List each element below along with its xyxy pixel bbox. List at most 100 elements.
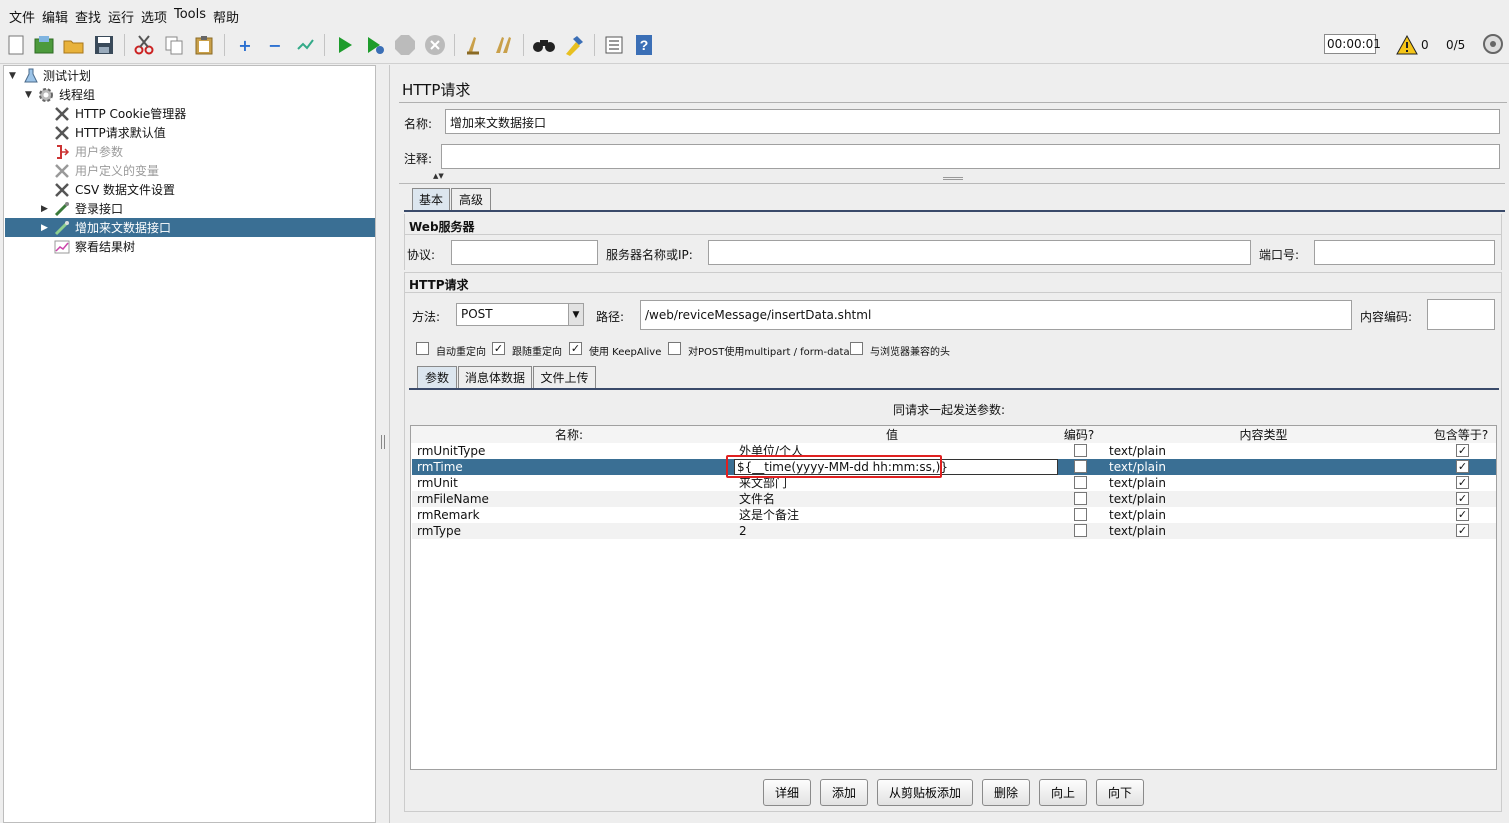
tab-basic[interactable]: 基本 xyxy=(412,188,450,210)
function-helper-icon[interactable] xyxy=(602,33,626,57)
start-no-pause-icon[interactable] xyxy=(363,33,387,57)
include-equals-checkbox[interactable]: ✓ xyxy=(1456,492,1469,505)
search-icon[interactable] xyxy=(532,33,556,57)
table-row[interactable]: rmType 2 text/plain ✓ xyxy=(412,523,1496,539)
column-header-value[interactable]: 值 xyxy=(727,426,1057,443)
save-icon[interactable] xyxy=(92,33,116,57)
delete-button[interactable]: 删除 xyxy=(982,779,1030,806)
port-label: 端口号: xyxy=(1259,248,1300,262)
encode-checkbox[interactable] xyxy=(1074,524,1087,537)
reset-search-icon[interactable] xyxy=(562,33,586,57)
add-from-clipboard-button[interactable]: 从剪贴板添加 xyxy=(877,779,973,806)
table-row[interactable]: rmTime ${__time(yyyy-MM-dd hh:mm:ss,)} t… xyxy=(412,459,1496,475)
menu-search[interactable]: 查找 xyxy=(75,7,101,26)
include-equals-checkbox[interactable]: ✓ xyxy=(1456,524,1469,537)
port-input[interactable] xyxy=(1314,240,1495,265)
menu-options[interactable]: 选项 xyxy=(141,7,167,26)
new-icon[interactable] xyxy=(4,33,28,57)
include-equals-checkbox[interactable]: ✓ xyxy=(1456,476,1469,489)
expanded-arrow-icon[interactable]: ▼ xyxy=(25,90,32,100)
tab-advanced[interactable]: 高级 xyxy=(451,188,491,210)
copy-icon[interactable] xyxy=(162,33,186,57)
collapse-icon[interactable]: − xyxy=(263,33,287,57)
column-header-name[interactable]: 名称: xyxy=(411,426,727,443)
encode-checkbox[interactable] xyxy=(1074,508,1087,521)
add-button[interactable]: 添加 xyxy=(820,779,868,806)
test-plan-tree: ▼ 测试计划 ▼ 线程组 HTTP Cookie管理器 HTTP请求默认值 用户… xyxy=(3,65,376,823)
help-icon[interactable]: ? xyxy=(632,33,656,57)
collapse-arrows-icon[interactable]: ▲▼ xyxy=(433,172,444,180)
follow-redirect-checkbox[interactable]: ✓ xyxy=(492,342,505,355)
move-down-button[interactable]: 向下 xyxy=(1096,779,1144,806)
tree-item-view-results-tree[interactable]: 察看结果树 xyxy=(5,237,375,256)
tree-item-thread-group[interactable]: ▼ 线程组 xyxy=(5,85,375,104)
keepalive-checkbox[interactable]: ✓ xyxy=(569,342,582,355)
multipart-checkbox[interactable] xyxy=(668,342,681,355)
expand-icon[interactable]: + xyxy=(233,33,257,57)
table-row[interactable]: rmRemark 这是个备注 text/plain ✓ xyxy=(412,507,1496,523)
include-equals-checkbox[interactable]: ✓ xyxy=(1456,460,1469,473)
menu-edit[interactable]: 编辑 xyxy=(42,7,68,26)
auto-redirect-checkbox[interactable] xyxy=(416,342,429,355)
tree-item-user-parameters[interactable]: 用户参数 xyxy=(5,142,375,161)
server-input[interactable] xyxy=(708,240,1251,265)
collapsed-arrow-icon[interactable]: ▶ xyxy=(41,204,48,214)
paste-icon[interactable] xyxy=(192,33,216,57)
comment-label: 注释: xyxy=(404,152,433,166)
tree-item-csv-data-set[interactable]: CSV 数据文件设置 xyxy=(5,180,375,199)
warning-count: 0 xyxy=(1421,38,1429,52)
table-row[interactable]: rmUnit 来文部门 text/plain ✓ xyxy=(412,475,1496,491)
splitter-grip[interactable] xyxy=(381,435,385,449)
tree-item-test-plan[interactable]: ▼ 测试计划 xyxy=(5,66,375,85)
table-row[interactable]: rmFileName 文件名 text/plain ✓ xyxy=(412,491,1496,507)
move-up-button[interactable]: 向上 xyxy=(1039,779,1087,806)
browser-headers-checkbox[interactable] xyxy=(850,342,863,355)
table-row[interactable]: rmUnitType 外单位/个人 text/plain ✓ xyxy=(412,443,1496,459)
tree-item-cookie-manager[interactable]: HTTP Cookie管理器 xyxy=(5,104,375,123)
encoding-input[interactable] xyxy=(1427,299,1495,330)
tab-file-upload[interactable]: 文件上传 xyxy=(533,366,596,388)
include-equals-checkbox[interactable]: ✓ xyxy=(1456,508,1469,521)
test-plan-icon xyxy=(23,68,39,84)
column-header-content-type[interactable]: 内容类型 xyxy=(1101,426,1426,443)
name-input[interactable]: 增加来文数据接口 xyxy=(445,109,1500,134)
column-header-encode[interactable]: 编码? xyxy=(1057,426,1101,443)
menu-tools[interactable]: Tools xyxy=(174,7,206,22)
protocol-input[interactable] xyxy=(451,240,598,265)
encode-checkbox[interactable] xyxy=(1074,492,1087,505)
wrench-icon xyxy=(54,125,70,141)
clear-icon[interactable] xyxy=(462,33,486,57)
menu-file[interactable]: 文件 xyxy=(9,7,35,26)
encode-checkbox[interactable] xyxy=(1074,460,1087,473)
templates-icon[interactable] xyxy=(32,33,56,57)
tree-item-add-document-api[interactable]: ▶ 增加来文数据接口 xyxy=(5,218,375,237)
warning-icon[interactable] xyxy=(1396,34,1418,58)
path-label: 路径: xyxy=(596,310,625,324)
include-equals-checkbox[interactable]: ✓ xyxy=(1456,444,1469,457)
menu-run[interactable]: 运行 xyxy=(108,7,134,26)
remote-icon[interactable] xyxy=(1482,33,1504,58)
open-icon[interactable] xyxy=(62,33,86,57)
wrench-icon xyxy=(54,163,70,179)
collapsed-arrow-icon[interactable]: ▶ xyxy=(41,223,48,233)
column-header-include-equals[interactable]: 包含等于? xyxy=(1426,426,1496,443)
encode-checkbox[interactable] xyxy=(1074,444,1087,457)
path-input[interactable]: /web/reviceMessage/insertData.shtml xyxy=(640,300,1352,330)
comment-input[interactable] xyxy=(441,144,1500,169)
chevron-down-icon[interactable]: ▼ xyxy=(568,304,583,325)
method-select[interactable]: POST xyxy=(456,303,584,326)
encode-checkbox[interactable] xyxy=(1074,476,1087,489)
start-icon[interactable] xyxy=(333,33,357,57)
tree-item-login-api[interactable]: ▶ 登录接口 xyxy=(5,199,375,218)
tree-item-http-defaults[interactable]: HTTP请求默认值 xyxy=(5,123,375,142)
cut-icon[interactable] xyxy=(132,33,156,57)
menu-help[interactable]: 帮助 xyxy=(213,7,239,26)
divider-grip[interactable] xyxy=(943,177,963,180)
expanded-arrow-icon[interactable]: ▼ xyxy=(9,71,16,81)
tab-body-data[interactable]: 消息体数据 xyxy=(458,366,532,388)
tab-parameters[interactable]: 参数 xyxy=(417,366,457,388)
tree-item-user-defined-variables[interactable]: 用户定义的变量 xyxy=(5,161,375,180)
clear-all-icon[interactable] xyxy=(492,33,516,57)
detail-button[interactable]: 详细 xyxy=(763,779,811,806)
toggle-icon[interactable] xyxy=(293,33,317,57)
